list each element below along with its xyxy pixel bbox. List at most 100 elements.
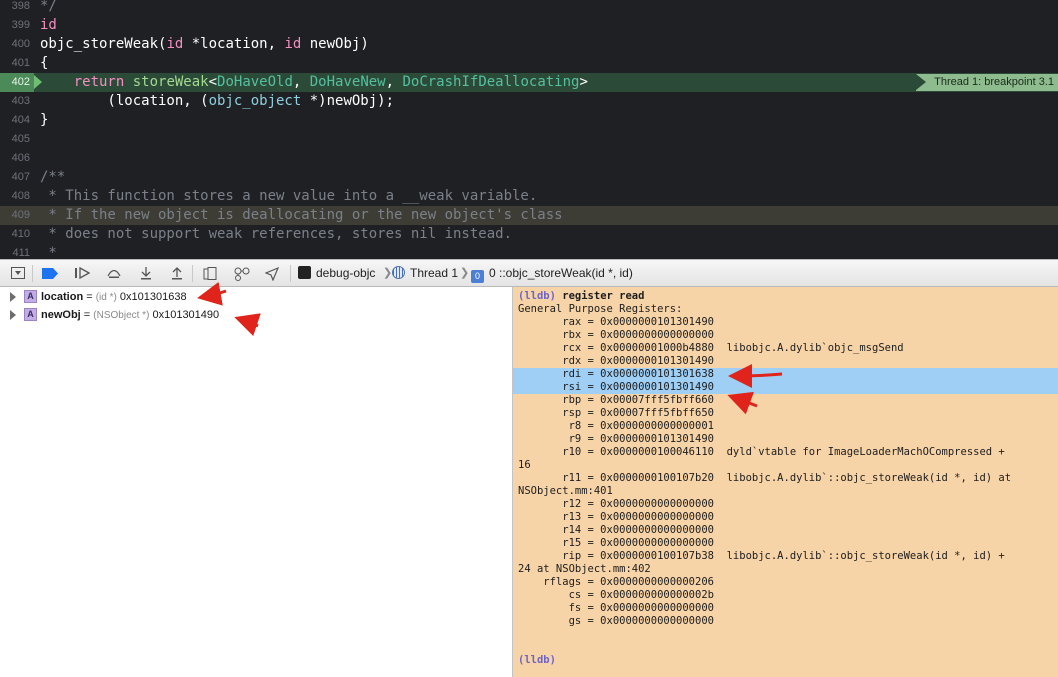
console-line[interactable]: gs = 0x0000000000000000: [513, 615, 1058, 628]
code-text: objc_storeWeak(id *location, id newObj): [40, 35, 369, 54]
console-line[interactable]: rcx = 0x00000001000b4880 libobjc.A.dylib…: [513, 342, 1058, 355]
console-line[interactable]: fs = 0x0000000000000000: [513, 602, 1058, 615]
line-number[interactable]: 400: [0, 35, 34, 54]
debug-view-hierarchy-button[interactable]: [200, 264, 220, 283]
code-line[interactable]: 407 /**: [0, 168, 1058, 187]
code-line[interactable]: 411 *: [0, 244, 1058, 259]
code-line[interactable]: 409 * If the new object is deallocating …: [0, 206, 1058, 225]
argument-badge-icon: A: [24, 308, 37, 321]
code-text: {: [40, 54, 48, 73]
code-token: <: [208, 74, 218, 90]
line-number[interactable]: 401: [0, 54, 34, 73]
breadcrumb-target[interactable]: debug-objc: [298, 260, 375, 286]
line-number[interactable]: 404: [0, 111, 34, 130]
line-number[interactable]: 411: [0, 244, 34, 259]
console-line[interactable]: r9 = 0x0000000101301490: [513, 433, 1058, 446]
console-output: 24 at NSObject.mm:402: [518, 563, 651, 575]
step-over-icon: [107, 269, 121, 278]
breadcrumb-chevron-icon: ❯: [460, 267, 470, 279]
line-number[interactable]: 399: [0, 16, 34, 35]
code-token: * This function stores a new value into …: [40, 188, 538, 204]
console-line[interactable]: rflags = 0x0000000000000206: [513, 576, 1058, 589]
variable-row[interactable]: AnewObj = (NSObject *) 0x101301490: [0, 306, 512, 324]
line-number[interactable]: 408: [0, 187, 34, 206]
breadcrumb-thread[interactable]: Thread 1: [392, 260, 458, 286]
breakpoints-toggle-button[interactable]: [40, 264, 60, 283]
step-over-button[interactable]: [104, 264, 124, 283]
console-line[interactable]: r13 = 0x0000000000000000: [513, 511, 1058, 524]
code-line[interactable]: 410 * does not support weak references, …: [0, 225, 1058, 244]
step-into-button[interactable]: [136, 264, 156, 283]
code-line[interactable]: 401 {: [0, 54, 1058, 73]
code-line[interactable]: 405: [0, 130, 1058, 149]
console-line[interactable]: rip = 0x0000000100107b38 libobjc.A.dylib…: [513, 550, 1058, 563]
console-line[interactable]: [513, 641, 1058, 654]
code-token: ,: [385, 74, 403, 90]
breakpoint-line[interactable]: 402 return storeWeak<DoHaveOld, DoHaveNe…: [0, 73, 1058, 92]
source-editor[interactable]: 398 */ 399 id 400 objc_storeWeak(id *location…: [0, 0, 1058, 259]
lldb-prompt: (lldb): [518, 290, 556, 302]
breadcrumb-frame[interactable]: 00 ::objc_storeWeak(id *, id): [471, 260, 633, 286]
simulate-location-button[interactable]: [262, 264, 282, 283]
hide-debug-area-button[interactable]: [8, 264, 28, 283]
console-line[interactable]: rsp = 0x00007fff5fbff650: [513, 407, 1058, 420]
code-line[interactable]: 406: [0, 149, 1058, 168]
line-number[interactable]: 410: [0, 225, 34, 244]
console-line[interactable]: rbp = 0x00007fff5fbff660: [513, 394, 1058, 407]
line-number[interactable]: 405: [0, 130, 34, 149]
console-line[interactable]: rax = 0x0000000101301490: [513, 316, 1058, 329]
console-line[interactable]: cs = 0x000000000000002b: [513, 589, 1058, 602]
continue-button[interactable]: [72, 264, 92, 283]
console-line[interactable]: r8 = 0x0000000000000001: [513, 420, 1058, 433]
console-line[interactable]: r14 = 0x0000000000000000: [513, 524, 1058, 537]
disclosure-triangle-icon[interactable]: [10, 310, 16, 320]
terminal-icon: [298, 266, 311, 279]
code-line[interactable]: 400 objc_storeWeak(id *location, id newOb…: [0, 35, 1058, 54]
console-line[interactable]: rbx = 0x0000000000000000: [513, 329, 1058, 342]
line-number[interactable]: 402: [0, 73, 34, 92]
code-line[interactable]: 399 id: [0, 16, 1058, 35]
code-token: id: [40, 17, 57, 33]
line-number[interactable]: 398: [0, 0, 34, 16]
code-line[interactable]: 404}: [0, 111, 1058, 130]
code-token: {: [40, 55, 49, 71]
console-output: r9 = 0x0000000101301490: [518, 433, 714, 445]
console-line[interactable]: 16: [513, 459, 1058, 472]
console-line[interactable]: (lldb) register read: [513, 290, 1058, 303]
disclosure-triangle-icon[interactable]: [10, 292, 16, 302]
breakpoint-label: Thread 1: breakpoint 3.1: [916, 74, 1058, 91]
console-line[interactable]: General Purpose Registers:: [513, 303, 1058, 316]
debug-memory-graph-button[interactable]: [232, 264, 252, 283]
code-token: * If the new object is deallocating or t…: [40, 207, 563, 223]
variables-view[interactable]: Alocation = (id *) 0x101301638 AnewObj = …: [0, 287, 513, 677]
console-line[interactable]: 24 at NSObject.mm:402: [513, 563, 1058, 576]
line-number[interactable]: 406: [0, 149, 34, 168]
line-number[interactable]: 409: [0, 206, 34, 225]
console-line[interactable]: r11 = 0x0000000100107b20 libobjc.A.dylib…: [513, 472, 1058, 485]
console-line-selected[interactable]: rsi = 0x0000000101301490: [513, 381, 1058, 394]
console-line[interactable]: rdx = 0x0000000101301490: [513, 355, 1058, 368]
console-line[interactable]: NSObject.mm:401: [513, 485, 1058, 498]
line-number[interactable]: 407: [0, 168, 34, 187]
code-text: */: [40, 0, 57, 16]
console-line[interactable]: r10 = 0x0000000100046110 dyld`vtable for…: [513, 446, 1058, 459]
console-line-selected[interactable]: rdi = 0x0000000101301638: [513, 368, 1058, 381]
memory-graph-icon: [234, 267, 250, 281]
console-line[interactable]: r15 = 0x0000000000000000: [513, 537, 1058, 550]
code-line[interactable]: 398 */: [0, 0, 1058, 16]
console-line[interactable]: [513, 628, 1058, 641]
line-number[interactable]: 403: [0, 92, 34, 111]
console-line[interactable]: r12 = 0x0000000000000000: [513, 498, 1058, 511]
variable-text: newObj = (NSObject *) 0x101301490: [41, 309, 220, 321]
code-line[interactable]: 408 * This function stores a new value i…: [0, 187, 1058, 206]
code-line[interactable]: 403 (location, (objc_object *)newObj);: [0, 92, 1058, 111]
console-output: rdi = 0x0000000101301638: [518, 368, 714, 380]
lldb-console[interactable]: (lldb) register read General Purpose Regi…: [513, 287, 1058, 677]
console-line[interactable]: (lldb): [513, 654, 1058, 667]
variable-row[interactable]: Alocation = (id *) 0x101301638: [0, 288, 512, 306]
console-command: register read: [555, 290, 645, 302]
code-token: * does not support weak references, stor…: [40, 226, 513, 242]
code-token: /**: [40, 169, 66, 185]
step-out-button[interactable]: [167, 264, 187, 283]
code-token: return: [73, 74, 125, 90]
